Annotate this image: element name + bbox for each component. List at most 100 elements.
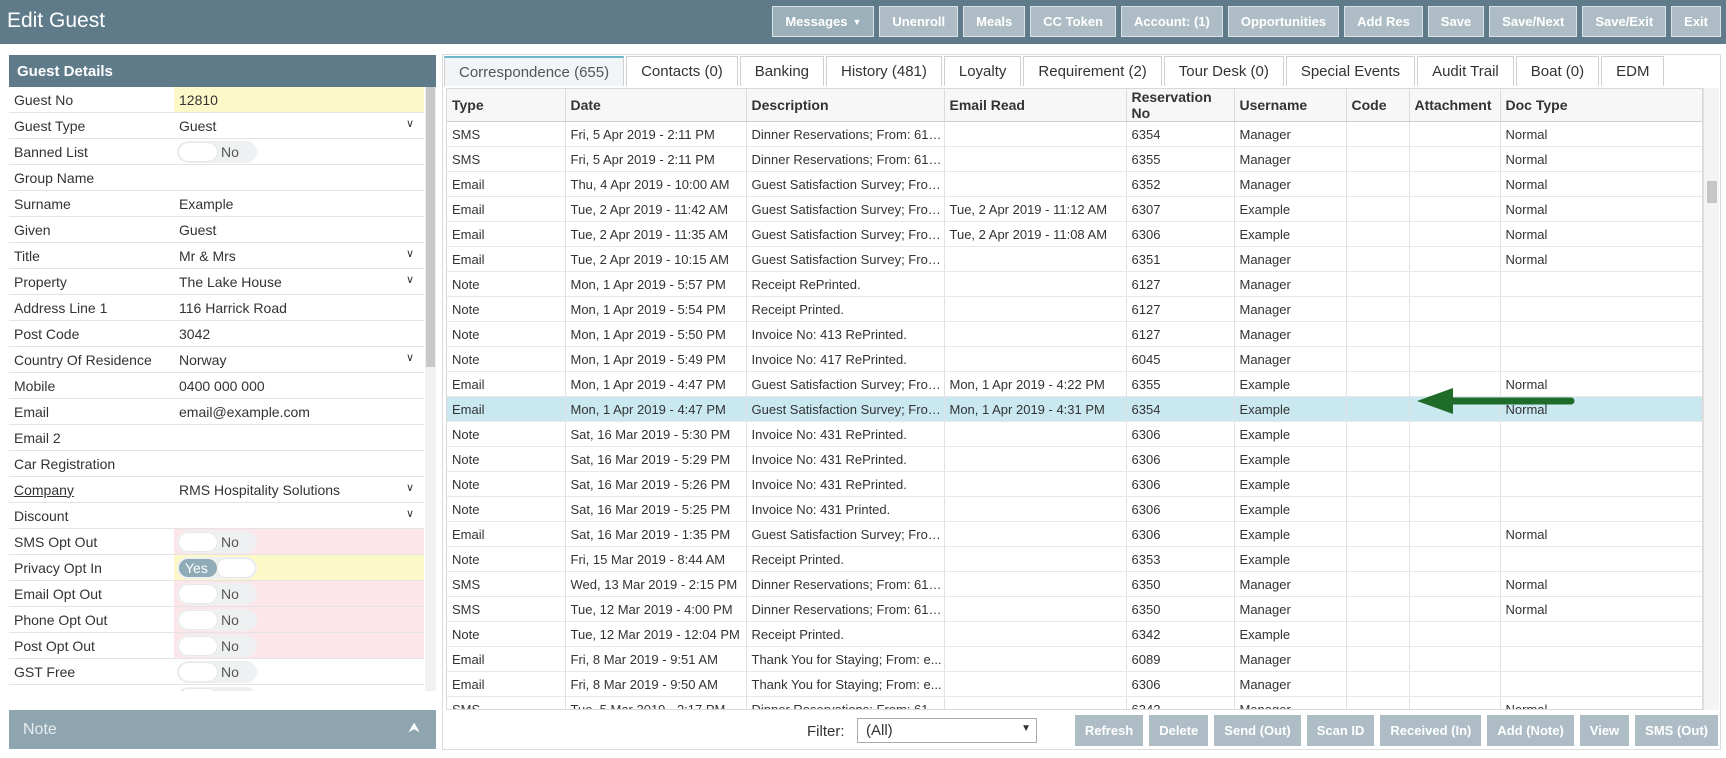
long-term-toggle[interactable]: No [174,685,424,691]
toggle-switch[interactable]: No [177,660,257,683]
grid-scrollbar[interactable] [1703,88,1719,710]
exit-button[interactable]: Exit [1671,6,1721,37]
sms-out-button[interactable]: SMS (Out) [1635,715,1718,746]
view-button[interactable]: View [1579,715,1630,746]
table-row[interactable]: Email Thu, 4 Apr 2019 - 10:00 AM Guest Sat… [447,171,1702,197]
scan-id-button[interactable]: Scan ID [1306,715,1375,746]
column-header-attachment[interactable]: Attachment [1409,89,1501,122]
tab-history[interactable]: History (481) [826,56,942,86]
delete-button[interactable]: Delete [1149,715,1209,746]
table-row[interactable]: Note Sat, 16 Mar 2019 - 5:25 PM Invoice No… [447,496,1702,522]
tab-contacts[interactable]: Contacts (0) [626,56,738,86]
table-row[interactable]: Note Sat, 16 Mar 2019 - 5:26 PM Invoice No… [447,471,1702,497]
column-header-description[interactable]: Description [746,89,945,122]
table-row[interactable]: Note Mon, 1 Apr 2019 - 5:50 PM Invoice No:… [447,321,1702,347]
table-row[interactable]: SMS Tue, 12 Mar 2019 - 4:00 PM Dinner Rese… [447,596,1702,622]
save-next-button[interactable]: Save/Next [1489,6,1578,37]
cc-token-button[interactable]: CC Token [1030,6,1116,37]
tab-loyalty[interactable]: Loyalty [943,56,1022,86]
table-row[interactable]: Email Tue, 2 Apr 2019 - 11:42 AM Guest Sat… [447,196,1702,222]
save-exit-button[interactable]: Save/Exit [1582,6,1667,37]
table-row[interactable]: Note Mon, 1 Apr 2019 - 5:57 PM Receipt ReP… [447,271,1702,297]
table-row[interactable]: SMS Tue, 5 Mar 2019 - 2:17 PM Dinner Reser… [447,696,1702,709]
column-header-username[interactable]: Username [1234,89,1347,122]
car-registration-input[interactable] [174,451,424,476]
guest-fields-scrollbar[interactable] [425,87,436,691]
tab-edm[interactable]: EDM [1601,56,1665,86]
given-input[interactable]: Guest [174,217,424,242]
tab-boat[interactable]: Boat (0) [1515,56,1600,86]
column-header-email-read[interactable]: Email Read [944,89,1127,122]
scrollbar-thumb[interactable] [1707,181,1717,203]
sms-opt-out-toggle[interactable]: No [174,529,424,554]
table-row[interactable]: Note Mon, 1 Apr 2019 - 5:54 PM Receipt Pri… [447,296,1702,322]
toggle-switch[interactable]: No [177,140,257,163]
toggle-switch[interactable]: No [177,530,257,553]
refresh-button[interactable]: Refresh [1074,715,1144,746]
toggle-switch[interactable]: No [177,634,257,657]
note-section[interactable]: Note ⮝ [9,710,436,749]
privacy-opt-in-toggle[interactable]: Yes [174,555,424,580]
column-header-reservation-no[interactable]: Reservation No [1126,89,1235,122]
add-note-button[interactable]: Add (Note) [1487,715,1574,746]
table-row[interactable]: Email Tue, 2 Apr 2019 - 10:15 AM Guest Sat… [447,246,1702,272]
tab-audit-trail[interactable]: Audit Trail [1417,56,1514,86]
email-2-input[interactable] [174,425,424,450]
title-select[interactable]: Mr & Mrs ∨ [174,243,424,268]
tab-correspondence[interactable]: Correspondence (655) [444,56,625,86]
group-name-input[interactable] [174,165,424,190]
guest-no-input[interactable]: 12810 [174,87,424,112]
company-select[interactable]: RMS Hospitality Solutions ∨ [174,477,424,502]
tab-special-events[interactable]: Special Events [1285,56,1416,86]
table-row[interactable]: Email Fri, 8 Mar 2019 - 9:51 AM Thank You … [447,646,1702,672]
address-line-1-input[interactable]: 116 Harrick Road [174,295,424,320]
column-header-doc-type[interactable]: Doc Type [1500,89,1702,122]
email-input[interactable]: email@example.com [174,399,424,424]
discount-select[interactable]: ∨ [174,503,424,528]
post-opt-out-toggle[interactable]: No [174,633,424,658]
email-opt-out-toggle[interactable]: No [174,581,424,606]
toggle-switch[interactable]: No [177,608,257,631]
toggle-switch[interactable]: No [177,582,257,605]
column-header-code[interactable]: Code [1346,89,1410,122]
meals-button[interactable]: Meals [963,6,1026,37]
toggle-switch[interactable]: No [177,686,257,691]
table-row[interactable]: Note Fri, 15 Mar 2019 - 8:44 AM Receipt Pr… [447,546,1702,572]
table-row[interactable]: SMS Wed, 13 Mar 2019 - 2:15 PM Dinner Rese… [447,571,1702,597]
post-code-input[interactable]: 3042 [174,321,424,346]
scrollbar-thumb[interactable] [426,87,435,367]
table-row[interactable]: SMS Fri, 5 Apr 2019 - 2:11 PM Dinner Reser… [447,146,1702,172]
property-select[interactable]: The Lake House ∨ [174,269,424,294]
field-label[interactable]: Company [9,482,174,498]
country-of-residence-select[interactable]: Norway ∨ [174,347,424,372]
unenroll-button[interactable]: Unenroll [879,6,959,37]
received-in-button[interactable]: Received (In) [1380,715,1482,746]
filter-select[interactable]: (All) ▼ [857,718,1037,743]
opportunities-button[interactable]: Opportunities [1227,6,1340,37]
add-res-button[interactable]: Add Res [1344,6,1423,37]
messages-button[interactable]: Messages ▼ [772,6,875,37]
chevron-up-icon[interactable]: ⮝ [408,719,420,736]
guest-type-select[interactable]: Guest ∨ [174,113,424,138]
table-row[interactable]: Note Mon, 1 Apr 2019 - 5:49 PM Invoice No:… [447,346,1702,372]
tab-tour-desk[interactable]: Tour Desk (0) [1163,56,1284,86]
table-row[interactable]: Note Tue, 12 Mar 2019 - 12:04 PM Receipt P… [447,621,1702,647]
column-header-date[interactable]: Date [565,89,747,122]
table-row[interactable]: Note Sat, 16 Mar 2019 - 5:29 PM Invoice No… [447,446,1702,472]
table-row[interactable]: Email Fri, 8 Mar 2019 - 9:50 AM Thank You … [447,671,1702,697]
table-row[interactable]: Note Sat, 16 Mar 2019 - 5:30 PM Invoice No… [447,421,1702,447]
tab-requirement[interactable]: Requirement (2) [1023,56,1162,86]
mobile-input[interactable]: 0400 000 000 [174,373,424,398]
banned-list-toggle[interactable]: No [174,139,424,164]
send-out-button[interactable]: Send (Out) [1214,715,1301,746]
account-1-button[interactable]: Account: (1) [1121,6,1223,37]
phone-opt-out-toggle[interactable]: No [174,607,424,632]
table-row[interactable]: SMS Fri, 5 Apr 2019 - 2:11 PM Dinner Reser… [447,121,1702,147]
column-header-type[interactable]: Type [447,89,566,122]
table-row[interactable]: Email Tue, 2 Apr 2019 - 11:35 AM Guest Sat… [447,221,1702,247]
tab-banking[interactable]: Banking [739,56,825,86]
save-button[interactable]: Save [1427,6,1485,37]
surname-input[interactable]: Example [174,191,424,216]
table-row[interactable]: Email Sat, 16 Mar 2019 - 1:35 PM Guest Sat… [447,521,1702,547]
toggle-switch[interactable]: Yes [177,556,257,579]
